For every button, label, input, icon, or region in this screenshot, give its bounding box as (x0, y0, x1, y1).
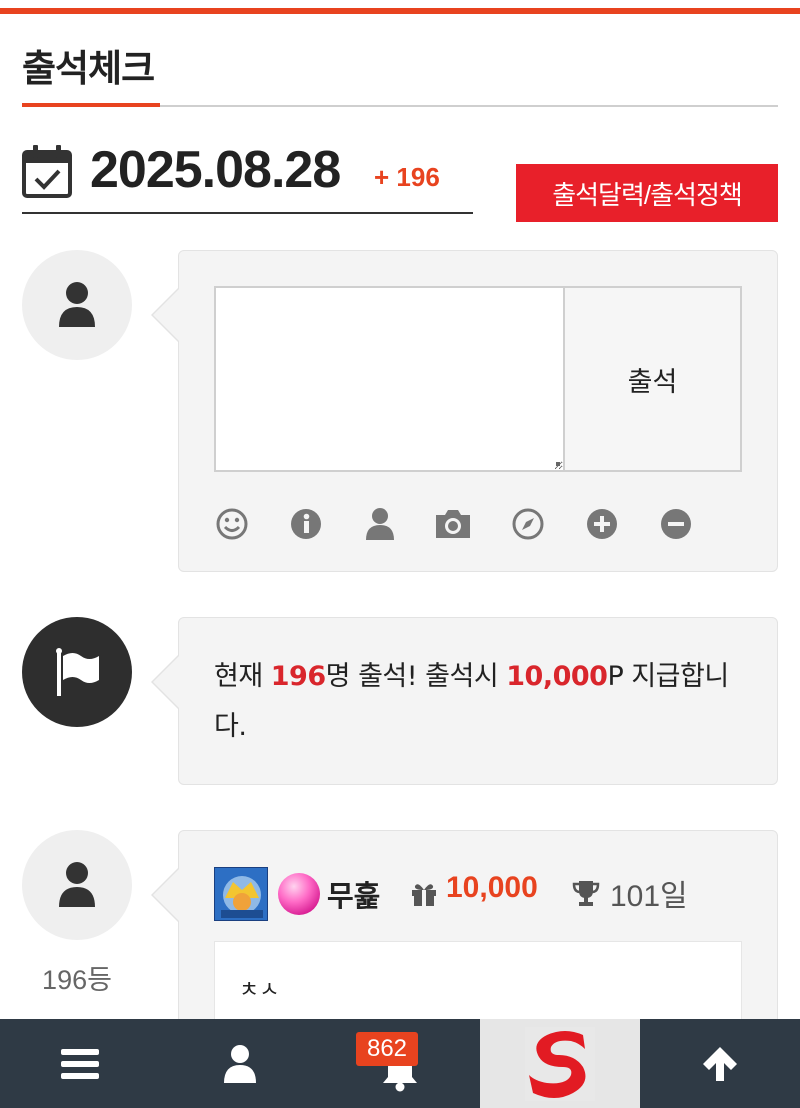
entry-user-line: 무흁 10,000 101일 (214, 867, 754, 921)
site-logo-button[interactable] (480, 1019, 640, 1108)
reward-points: 10,000 (506, 661, 608, 692)
person-icon (59, 282, 95, 327)
minus-circle-icon[interactable] (658, 506, 694, 542)
resize-handle[interactable] (556, 462, 560, 466)
compass-icon[interactable] (510, 506, 546, 542)
attendance-form: 출석 (214, 286, 742, 472)
emoticon-toolbar (214, 506, 714, 546)
title-divider-accent (22, 103, 160, 107)
entry-attendance-days: 101일 (610, 880, 688, 913)
level-icon (214, 867, 268, 921)
notice-avatar (22, 617, 132, 727)
menu-icon (61, 1048, 99, 1079)
menu-button[interactable] (0, 1019, 160, 1108)
person-icon[interactable] (362, 506, 398, 542)
trophy-icon (572, 881, 600, 906)
attendance-info-bubble: 현재 196명 출석! 출석시 10,000P 지급합니다. (151, 617, 778, 785)
scroll-top-button[interactable] (640, 1019, 800, 1108)
membership-gem-icon (278, 873, 320, 915)
entry-username[interactable]: 무흁 (327, 873, 380, 915)
attendance-form-bubble: 출석 (151, 250, 778, 572)
entry-points: 10,000 (446, 871, 538, 904)
entry-avatar[interactable] (22, 830, 132, 940)
info-prefix: 현재 (214, 661, 271, 692)
attendance-submit-button[interactable]: 출석 (565, 288, 740, 470)
page-title: 출석체크 (22, 47, 155, 90)
attendance-date: 2025.08.28 (90, 141, 341, 199)
entry-rank: 196등 (42, 965, 112, 995)
entry-comment: ㅊㅅ (239, 978, 280, 1003)
date-header: 2025.08.28 + 196 (22, 140, 473, 214)
info-icon[interactable] (288, 506, 324, 542)
plus-circle-icon[interactable] (584, 506, 620, 542)
top-accent-line (0, 8, 800, 14)
my-avatar (22, 250, 132, 360)
attendance-count: + 196 (374, 162, 440, 192)
my-page-button[interactable] (160, 1019, 320, 1108)
user-icon (224, 1044, 256, 1083)
site-logo (525, 1026, 595, 1101)
info-middle: 명 출석! 출석시 (325, 661, 507, 692)
notification-count-badge: 862 (356, 1032, 418, 1066)
attendee-count: 196 (270, 661, 326, 692)
flag-icon (56, 648, 99, 696)
top-accent-bar (0, 0, 800, 14)
arrow-up-icon (703, 1046, 737, 1081)
calendar-check-icon (22, 145, 72, 198)
person-icon (59, 862, 95, 907)
attendance-calendar-button[interactable]: 출석달력/출석정책 (516, 164, 778, 222)
smile-icon[interactable] (214, 506, 250, 542)
camera-icon[interactable] (432, 506, 474, 542)
gift-icon (412, 884, 436, 906)
attendance-comment-input[interactable] (216, 288, 565, 470)
attendance-info-text: 현재 196명 출석! 출석시 10,000P 지급합니다. (214, 652, 744, 752)
